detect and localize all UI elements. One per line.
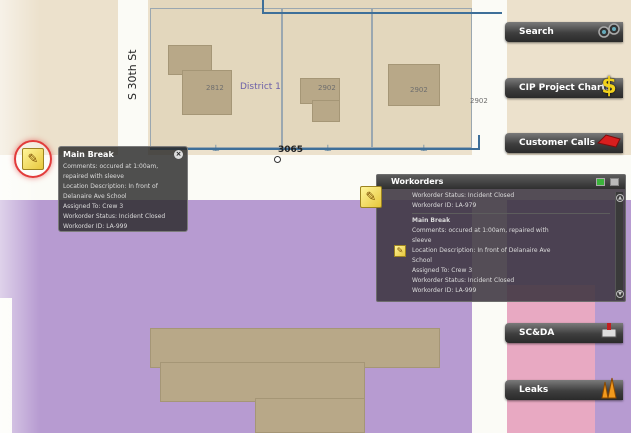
map-canvas[interactable]: ⊥ ⊥ ⊥ S 30th St District 1 3065 2812 290… — [0, 0, 631, 433]
hydrant-marker[interactable]: ⊥ — [420, 144, 428, 154]
customer-calls-button[interactable]: Customer Calls — [505, 133, 623, 153]
workorder-line: Workorder Status: Incident Closed — [412, 192, 515, 199]
customer-calls-label: Customer Calls — [519, 138, 596, 148]
workorder-item[interactable]: Workorder Status: Incident Closed Workor… — [412, 191, 610, 211]
water-main-street — [150, 148, 480, 150]
workorders-panel: Workorders Workorder Status: Incident Cl… — [376, 174, 626, 302]
water-main-top — [262, 12, 502, 14]
phone-icon — [595, 127, 623, 155]
workorder-line: Location Description: In front of Delana… — [412, 247, 551, 254]
dollar-sign-icon: $ — [601, 73, 617, 99]
workorder-line: Workorder ID: LA-979 — [412, 202, 477, 209]
scroll-up-icon[interactable]: ▲ — [616, 194, 624, 202]
address-label: 3065 — [278, 145, 304, 155]
note-icon: ✎ — [394, 245, 406, 257]
building — [312, 100, 340, 122]
leaks-button-label: Leaks — [519, 385, 549, 395]
large-building — [255, 398, 365, 433]
workorder-title: Main Break — [412, 217, 451, 224]
popup-line: Workorder ID: LA-999 — [63, 223, 128, 230]
workorder-marker-icon[interactable]: ✎ — [22, 148, 44, 170]
popup-line: Location Description: In front of — [63, 183, 158, 190]
edge-glow — [0, 0, 40, 433]
popup-title: Main Break — [63, 150, 114, 159]
workorders-header: Workorders — [377, 175, 625, 189]
hydrant-marker[interactable]: ⊥ — [324, 144, 332, 154]
workorder-line: Assigned To: Crew 3 — [412, 267, 473, 274]
valve-marker[interactable] — [274, 156, 281, 163]
popup-line: Delanaire Ave School — [63, 193, 127, 200]
workorder-line: Comments: occured at 1:00am, repaired wi… — [412, 227, 549, 234]
workorder-line: Workorder ID: LA-999 — [412, 287, 477, 294]
workorder-marker-icon[interactable]: ✎ — [360, 186, 382, 208]
scroll-down-icon[interactable]: ▼ — [616, 290, 624, 298]
export-icon[interactable] — [596, 178, 605, 186]
workorder-line: sleeve — [412, 237, 432, 244]
water-main-segment — [262, 0, 264, 14]
workorder-item[interactable]: Main Break Comments: occured at 1:00am, … — [412, 213, 610, 301]
popup-body: Comments: occured at 1:00am, repaired wi… — [63, 162, 165, 232]
workorders-scrollbar[interactable]: ▲ ▼ — [615, 192, 624, 300]
popup-line: Workorder Status: Incident Closed — [63, 213, 166, 220]
water-main-corner — [478, 135, 480, 150]
workorder-line: Workorder Status: Incident Closed — [412, 277, 515, 284]
hydrant-marker[interactable]: ⊥ — [212, 144, 220, 154]
scada-button-label: SC&DA — [519, 328, 555, 338]
parcel-number: 2812 — [206, 84, 224, 92]
large-building — [160, 362, 365, 402]
building — [182, 70, 232, 115]
parcel-number: 2902 — [318, 84, 336, 92]
popup-line: Assigned To: Crew 3 — [63, 203, 124, 210]
popup-line: repaired with sleeve — [63, 173, 124, 180]
search-binoculars-icon — [595, 16, 623, 44]
scada-button[interactable]: SC&DA — [505, 323, 623, 343]
workorders-title: Workorders — [391, 177, 444, 186]
cip-project-charts-button[interactable]: CIP Project Charts $ — [505, 74, 623, 99]
search-button-label: Search — [519, 27, 554, 37]
popup-line: Comments: occured at 1:00am, — [63, 163, 159, 170]
main-break-popup: Main Break × Comments: occured at 1:00am… — [58, 146, 188, 232]
parcel-number: 2902 — [470, 97, 488, 105]
pipe-valve-icon — [595, 317, 623, 345]
close-icon[interactable]: × — [174, 150, 183, 159]
settings-icon[interactable] — [610, 178, 619, 186]
building — [388, 64, 440, 106]
zone-pink — [505, 285, 595, 433]
street-label: S 30th St — [126, 49, 139, 100]
parcel-number: 2902 — [410, 86, 428, 94]
district-label: District 1 — [240, 82, 281, 92]
leak-icon — [595, 374, 623, 402]
search-button[interactable]: Search — [505, 22, 623, 42]
leaks-button[interactable]: Leaks — [505, 377, 623, 400]
workorder-line: School — [412, 257, 432, 264]
